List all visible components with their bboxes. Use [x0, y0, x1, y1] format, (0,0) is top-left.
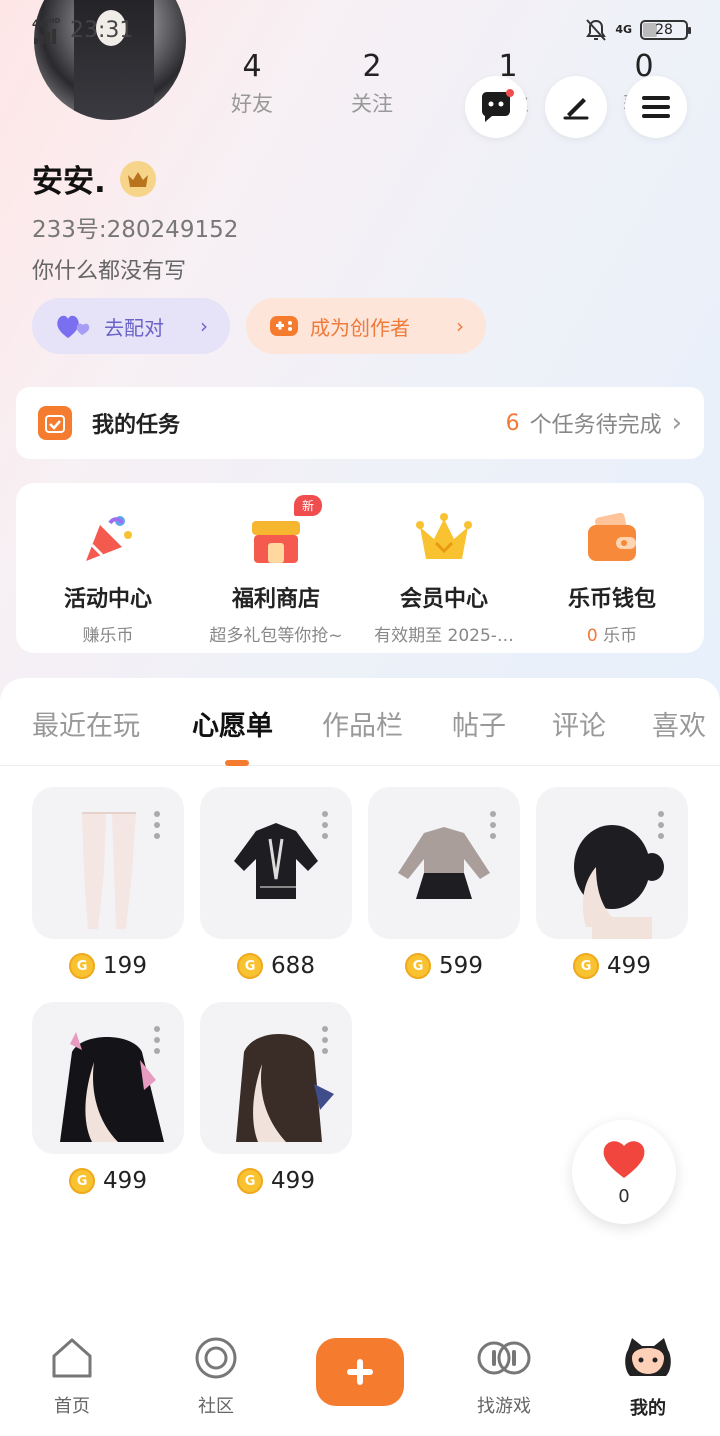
chevron-right-icon: › [200, 314, 208, 338]
more-icon[interactable] [154, 811, 160, 839]
battery-icon: 28 [640, 20, 691, 40]
user-id: 233号:280249152 [32, 217, 239, 243]
pen-icon [563, 98, 589, 120]
status-bar: 4GHD 23:31 4G 28 [0, 14, 720, 50]
community-icon [195, 1337, 237, 1379]
active-tab-indicator [225, 760, 249, 766]
item-price: G 499 [536, 953, 688, 979]
heart-icon [603, 1141, 645, 1178]
network-type: 4G [615, 23, 632, 36]
activity-center[interactable]: 活动中心 赚乐币 [24, 509, 192, 646]
wishlist-item[interactable]: G 199 [32, 787, 184, 979]
message-button[interactable] [465, 76, 527, 138]
item-price: G 688 [200, 953, 352, 979]
item-thumbnail [200, 1002, 352, 1154]
wishlist-item[interactable]: G 499 [200, 1002, 352, 1194]
coin-icon: G [405, 953, 432, 979]
item-price: G 499 [32, 1168, 184, 1194]
coin-icon: G [69, 953, 96, 979]
tab-works[interactable]: 作品栏 [322, 704, 403, 743]
pair-button[interactable]: 去配对 › [32, 298, 230, 354]
menu-button[interactable] [625, 76, 687, 138]
tab-comments[interactable]: 评论 [552, 704, 606, 743]
wishlist-item[interactable]: G 499 [32, 1002, 184, 1194]
coin-icon: G [237, 1168, 264, 1194]
vip-center[interactable]: 会员中心 有效期至 2025-… [360, 509, 528, 646]
item-thumbnail [368, 787, 520, 939]
chevron-right-icon: › [671, 408, 682, 438]
tab-recently-played[interactable]: 最近在玩 [32, 704, 140, 743]
coin-icon: G [237, 953, 264, 979]
wallet-icon [582, 509, 642, 569]
signal-icon: 4GHD [32, 16, 62, 44]
wishlist-item[interactable]: G 599 [368, 787, 520, 979]
feature-shortcuts: 活动中心 赚乐币 新 福利商店 超多礼包等你抢~ 会员中心 有效期至 2025-… [16, 483, 704, 653]
item-price: G 499 [200, 1168, 352, 1194]
clock: 23:31 [70, 17, 134, 43]
wishlist-item[interactable]: G 688 [200, 787, 352, 979]
more-icon[interactable] [154, 1026, 160, 1054]
become-creator-button[interactable]: 成为创作者 › [246, 298, 486, 354]
hearts-icon [57, 315, 90, 338]
plus-icon [347, 1359, 373, 1385]
find-games-icon [477, 1341, 531, 1375]
crown-icon [414, 509, 474, 569]
nav-mine[interactable]: 我的 [598, 1336, 698, 1420]
nav-community[interactable]: 社区 [166, 1336, 266, 1418]
item-price: G 599 [368, 953, 520, 979]
username: 安安. [32, 164, 106, 200]
tab-wishlist[interactable]: 心愿单 [192, 704, 273, 743]
task-count: 6 [505, 410, 520, 436]
crown-badge-icon[interactable] [119, 160, 156, 197]
party-popper-icon [78, 509, 138, 569]
chat-bot-icon [482, 89, 514, 122]
stat-following[interactable]: 2 关注 [322, 50, 422, 118]
new-badge: 新 [294, 495, 323, 516]
chevron-right-icon: › [456, 314, 464, 338]
like-count: 0 [618, 1186, 630, 1207]
item-thumbnail [32, 787, 184, 939]
task-calendar-icon [38, 406, 72, 440]
home-icon [52, 1338, 92, 1378]
item-thumbnail [32, 1002, 184, 1154]
task-suffix: 个任务待完成 [529, 413, 662, 438]
edit-profile-button[interactable] [545, 76, 607, 138]
menu-icon [642, 96, 670, 118]
my-tasks-card[interactable]: 我的任务 6 个任务待完成 › [16, 387, 704, 459]
username-row: 安安. [32, 156, 156, 201]
mute-bell-icon [586, 19, 607, 41]
more-icon[interactable] [490, 811, 496, 839]
stat-friends[interactable]: 4 好友 [202, 50, 302, 118]
item-thumbnail [200, 787, 352, 939]
tasks-title: 我的任务 [92, 413, 181, 438]
coin-wallet[interactable]: 乐币钱包 0 乐币 [528, 509, 696, 646]
bottom-navigation: 首页 社区 找游戏 我的 [0, 1322, 720, 1436]
more-icon[interactable] [658, 811, 664, 839]
more-icon[interactable] [322, 1026, 328, 1054]
coin-icon: G [69, 1168, 96, 1194]
more-icon[interactable] [322, 811, 328, 839]
nav-find-games[interactable]: 找游戏 [454, 1336, 554, 1418]
welfare-shop[interactable]: 新 福利商店 超多礼包等你抢~ [192, 495, 360, 646]
profile-tabs: 最近在玩 心愿单 作品栏 帖子 评论 喜欢 [0, 700, 720, 766]
item-price: G 199 [32, 953, 184, 979]
tab-posts[interactable]: 帖子 [452, 704, 506, 743]
like-button[interactable]: 0 [572, 1120, 676, 1224]
wishlist-item[interactable]: G 499 [536, 787, 688, 979]
gamepad-icon [270, 316, 298, 336]
shop-icon: 新 [246, 495, 323, 569]
create-button[interactable] [316, 1338, 404, 1406]
bio[interactable]: 你什么都没有写 [32, 253, 186, 285]
tab-likes[interactable]: 喜欢 [652, 704, 706, 743]
item-thumbnail [536, 787, 688, 939]
nav-home[interactable]: 首页 [22, 1336, 122, 1418]
coin-icon: G [573, 953, 600, 979]
mine-mascot-icon [625, 1338, 671, 1376]
